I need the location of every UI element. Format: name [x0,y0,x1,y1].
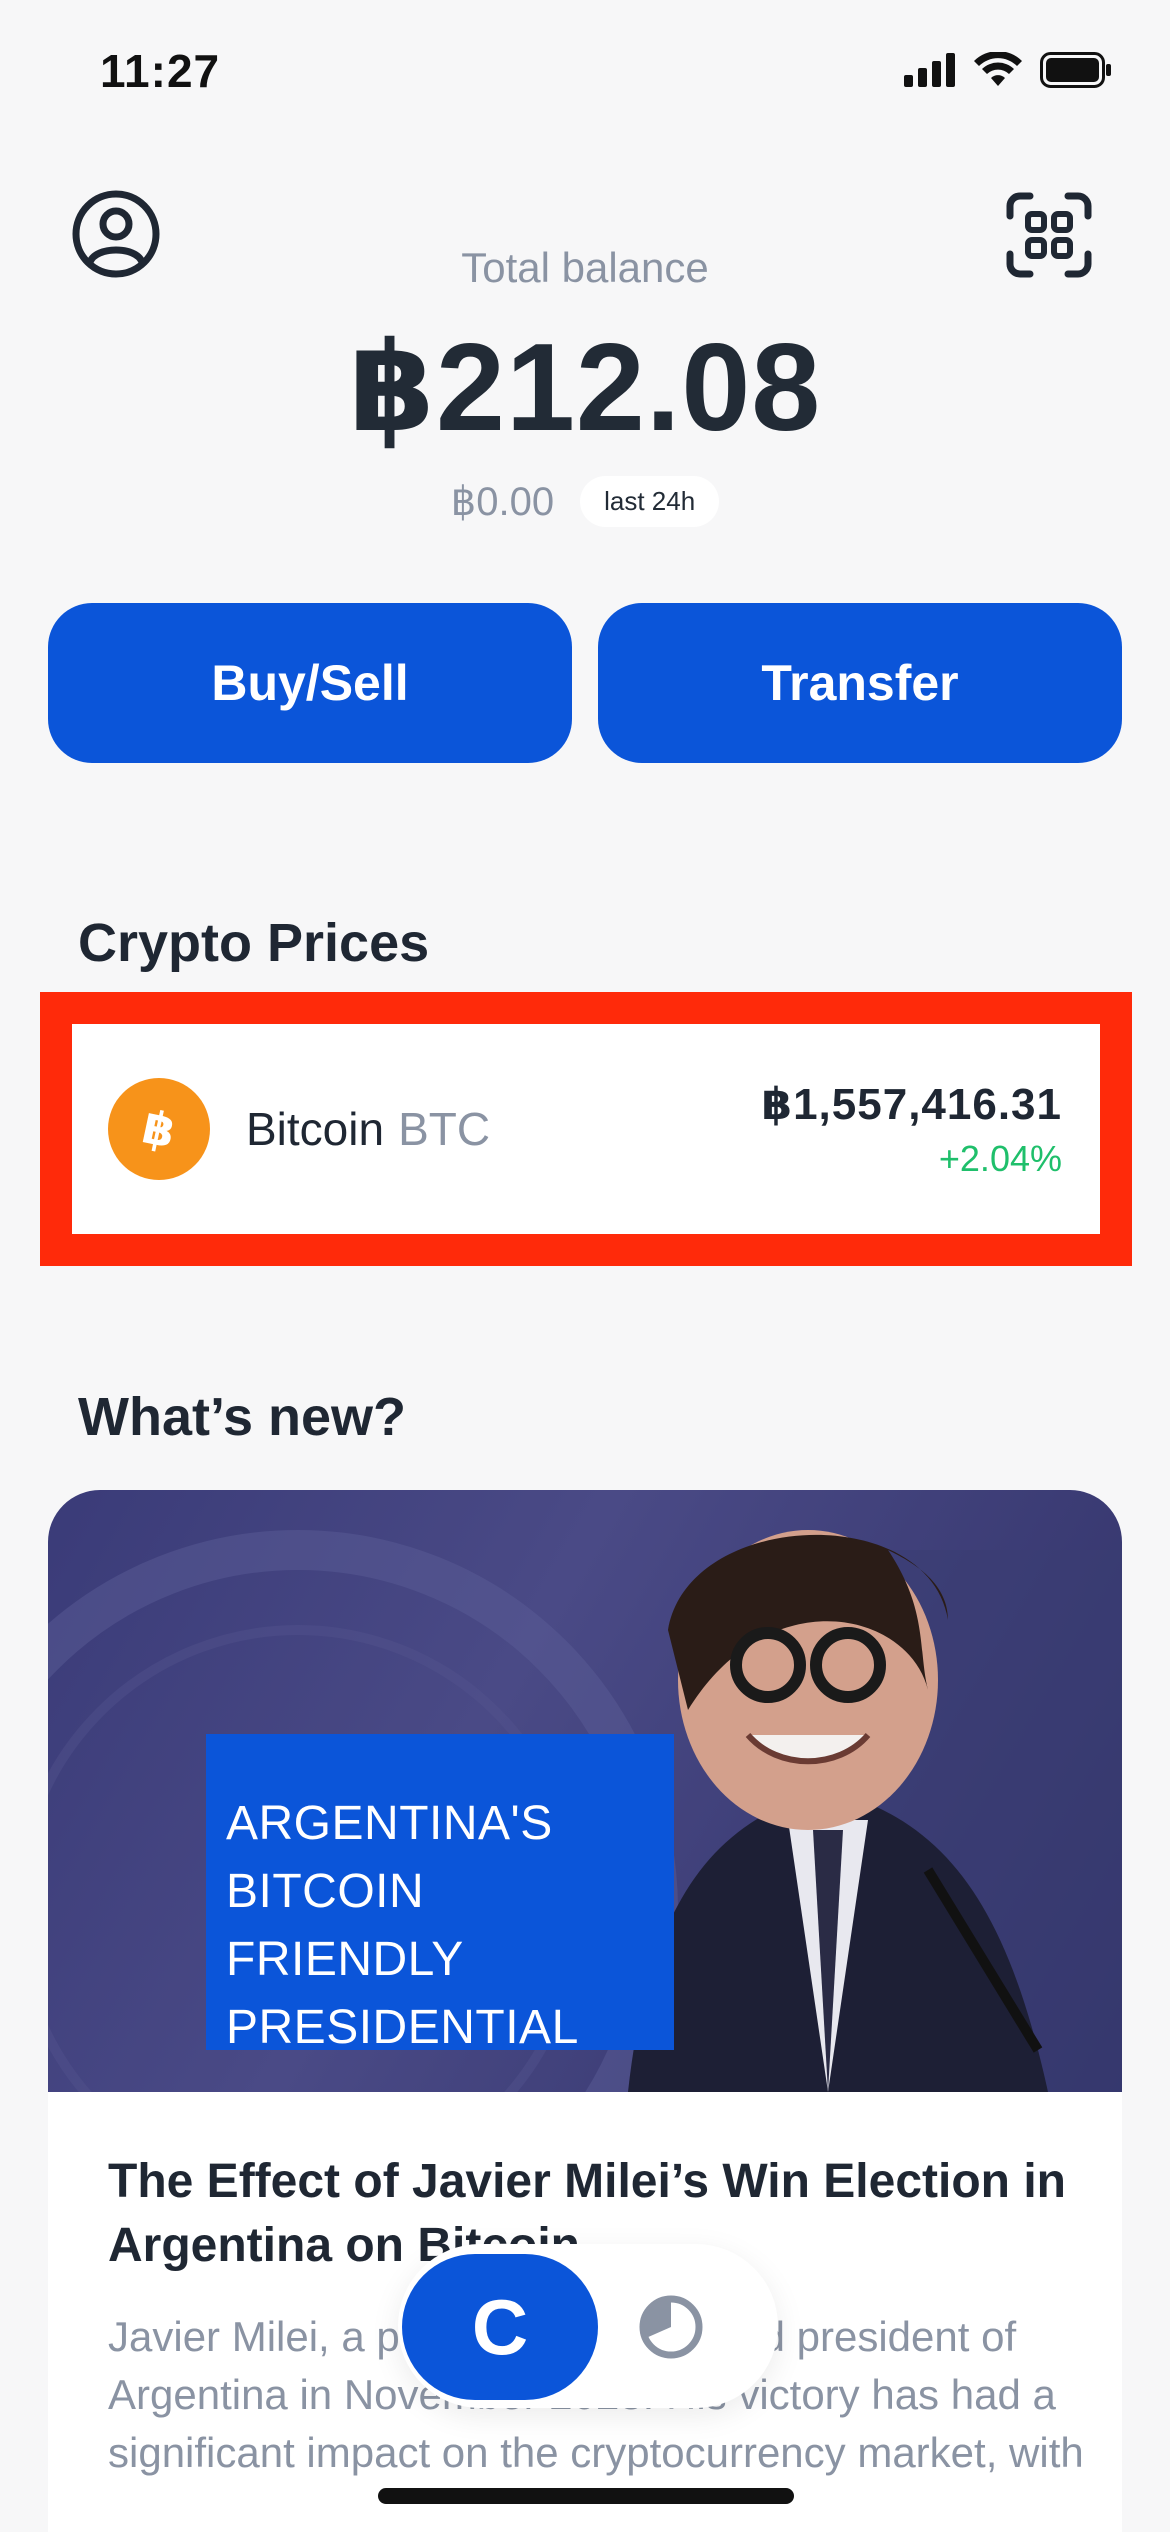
wifi-icon [974,51,1022,93]
news-image-banner: ARGENTINA'S BITCOIN FRIENDLY PRESIDENTIA… [206,1734,674,2054]
buy-sell-button[interactable]: Buy/Sell [48,603,572,763]
banner-line: PRESIDENTIAL [226,2001,579,2054]
svg-text:฿: ฿ [138,1099,181,1158]
coin-price-block: ฿1,557,416.31 +2.04% [761,1079,1062,1180]
balance-change-row: ฿0.00 last 24h [0,476,1170,527]
coin-change: +2.04% [938,1137,1062,1179]
home-indicator [378,2488,794,2504]
bitcoin-icon: ฿ [108,1078,210,1180]
coin-ticker: BTC [398,1103,491,1155]
total-balance: ฿212.08 [348,319,822,457]
balance-label: Total balance [461,244,709,291]
status-time: 11:27 [100,45,221,97]
pie-chart-icon [639,2295,703,2359]
banner-line: ARGENTINA'S [226,1797,553,1850]
transfer-button[interactable]: Transfer [598,603,1122,763]
banner-line: BITCOIN FRIENDLY [226,1865,464,1986]
coin-name: Bitcoin [246,1103,385,1155]
cellular-signal-icon [904,53,956,92]
coin-price: ฿1,557,416.31 [761,1079,1062,1129]
status-icons [904,51,1112,93]
crypto-prices-title: Crypto Prices [78,913,430,973]
tab-portfolio[interactable] [626,2282,716,2372]
news-image: ARGENTINA'S BITCOIN FRIENDLY PRESIDENTIA… [48,1490,1122,2092]
whats-new-title: What’s new? [78,1387,407,1447]
tab-crypto[interactable]: C [402,2254,598,2400]
battery-icon [1040,52,1112,93]
period-badge: last 24h [580,476,720,527]
tab-switcher: C [398,2244,778,2408]
crypto-row-bitcoin[interactable]: ฿ Bitcoin BTC ฿1,557,416.31 +2.04% [72,1024,1098,1234]
balance-change-value: ฿0.00 [450,479,555,524]
